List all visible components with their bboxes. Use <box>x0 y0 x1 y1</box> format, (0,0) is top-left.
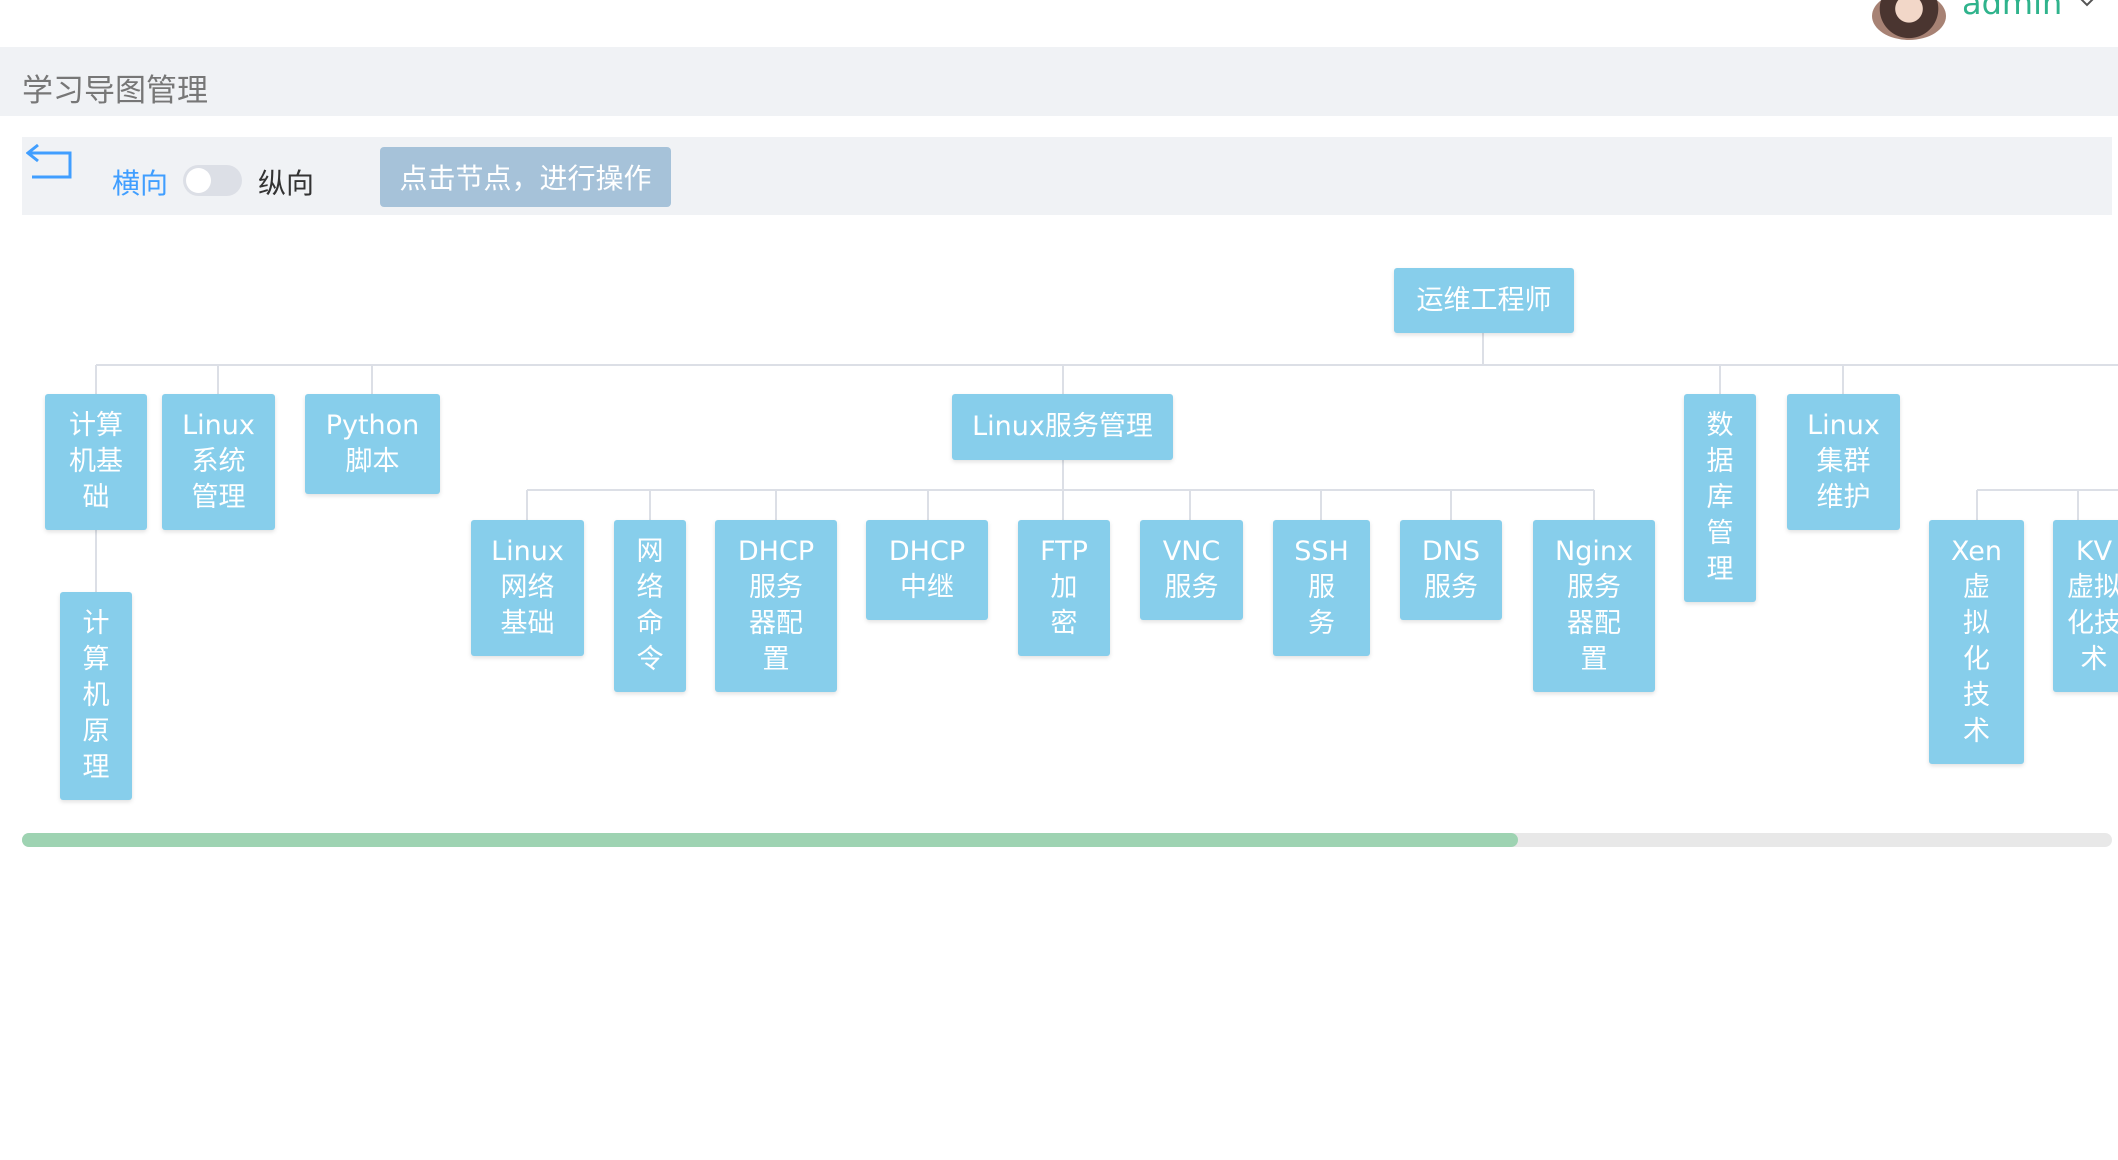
mindmap-node-linux-system-management[interactable]: Linux 系统 管理 <box>162 394 275 530</box>
mindmap-node-xen-virtualization[interactable]: Xen 虚 拟 化 技 术 <box>1929 520 2024 764</box>
username[interactable]: admin <box>1962 0 2062 22</box>
mindmap-node-kvm-virtualization[interactable]: KV 虚拟 化技 术 <box>2053 520 2118 692</box>
mindmap-node-linux-network-basics[interactable]: Linux 网络 基础 <box>471 520 584 656</box>
mindmap-node-dhcp-relay[interactable]: DHCP 中继 <box>866 520 988 620</box>
horizontal-scrollbar[interactable] <box>22 833 2112 847</box>
mindmap-node-python-scripting[interactable]: Python 脚本 <box>305 394 440 494</box>
mindmap-node-linux-services[interactable]: Linux服务管理 <box>952 394 1173 460</box>
back-icon[interactable] <box>26 141 74 185</box>
top-bar: admin <box>0 0 2118 47</box>
mindmap-node-ssh-service[interactable]: SSH 服 务 <box>1273 520 1370 656</box>
mindmap-node-dns-service[interactable]: DNS 服务 <box>1400 520 1502 620</box>
chevron-down-icon[interactable] <box>2076 0 2098 12</box>
scrollbar-thumb[interactable] <box>22 833 1519 847</box>
mindmap-node-ftp-encryption[interactable]: FTP 加 密 <box>1018 520 1110 656</box>
mindmap-node-database-management[interactable]: 数 据 库 管 理 <box>1684 394 1756 602</box>
title-bar <box>0 47 2118 116</box>
orientation-vertical-label[interactable]: 纵向 <box>258 162 314 202</box>
mindmap-node-network-commands[interactable]: 网 络 命 令 <box>614 520 686 692</box>
mindmap-node-nginx-server-config[interactable]: Nginx 服务 器配 置 <box>1533 520 1655 692</box>
mindmap-canvas: 运维工程师 计算 机基 础 计 算 机 原 理 Linux 系统 管理 Pyth… <box>22 250 2118 810</box>
orientation-switch[interactable] <box>183 165 242 196</box>
mindmap-node-dhcp-server-config[interactable]: DHCP 服务 器配 置 <box>715 520 837 692</box>
toolbar <box>22 137 2112 215</box>
mindmap-node-root[interactable]: 运维工程师 <box>1394 268 1574 333</box>
mindmap-node-computer-principles[interactable]: 计 算 机 原 理 <box>60 592 132 800</box>
avatar[interactable] <box>1872 0 1946 40</box>
page-title: 学习导图管理 <box>22 73 208 109</box>
mindmap-node-vnc-service[interactable]: VNC 服务 <box>1140 520 1243 620</box>
node-action-hint-button[interactable]: 点击节点，进行操作 <box>380 147 671 207</box>
switch-knob <box>186 168 211 193</box>
orientation-horizontal-label[interactable]: 横向 <box>112 162 168 202</box>
mindmap-node-computer-basics[interactable]: 计算 机基 础 <box>45 394 147 530</box>
mindmap-node-linux-cluster-maintenance[interactable]: Linux 集群 维护 <box>1787 394 1900 530</box>
